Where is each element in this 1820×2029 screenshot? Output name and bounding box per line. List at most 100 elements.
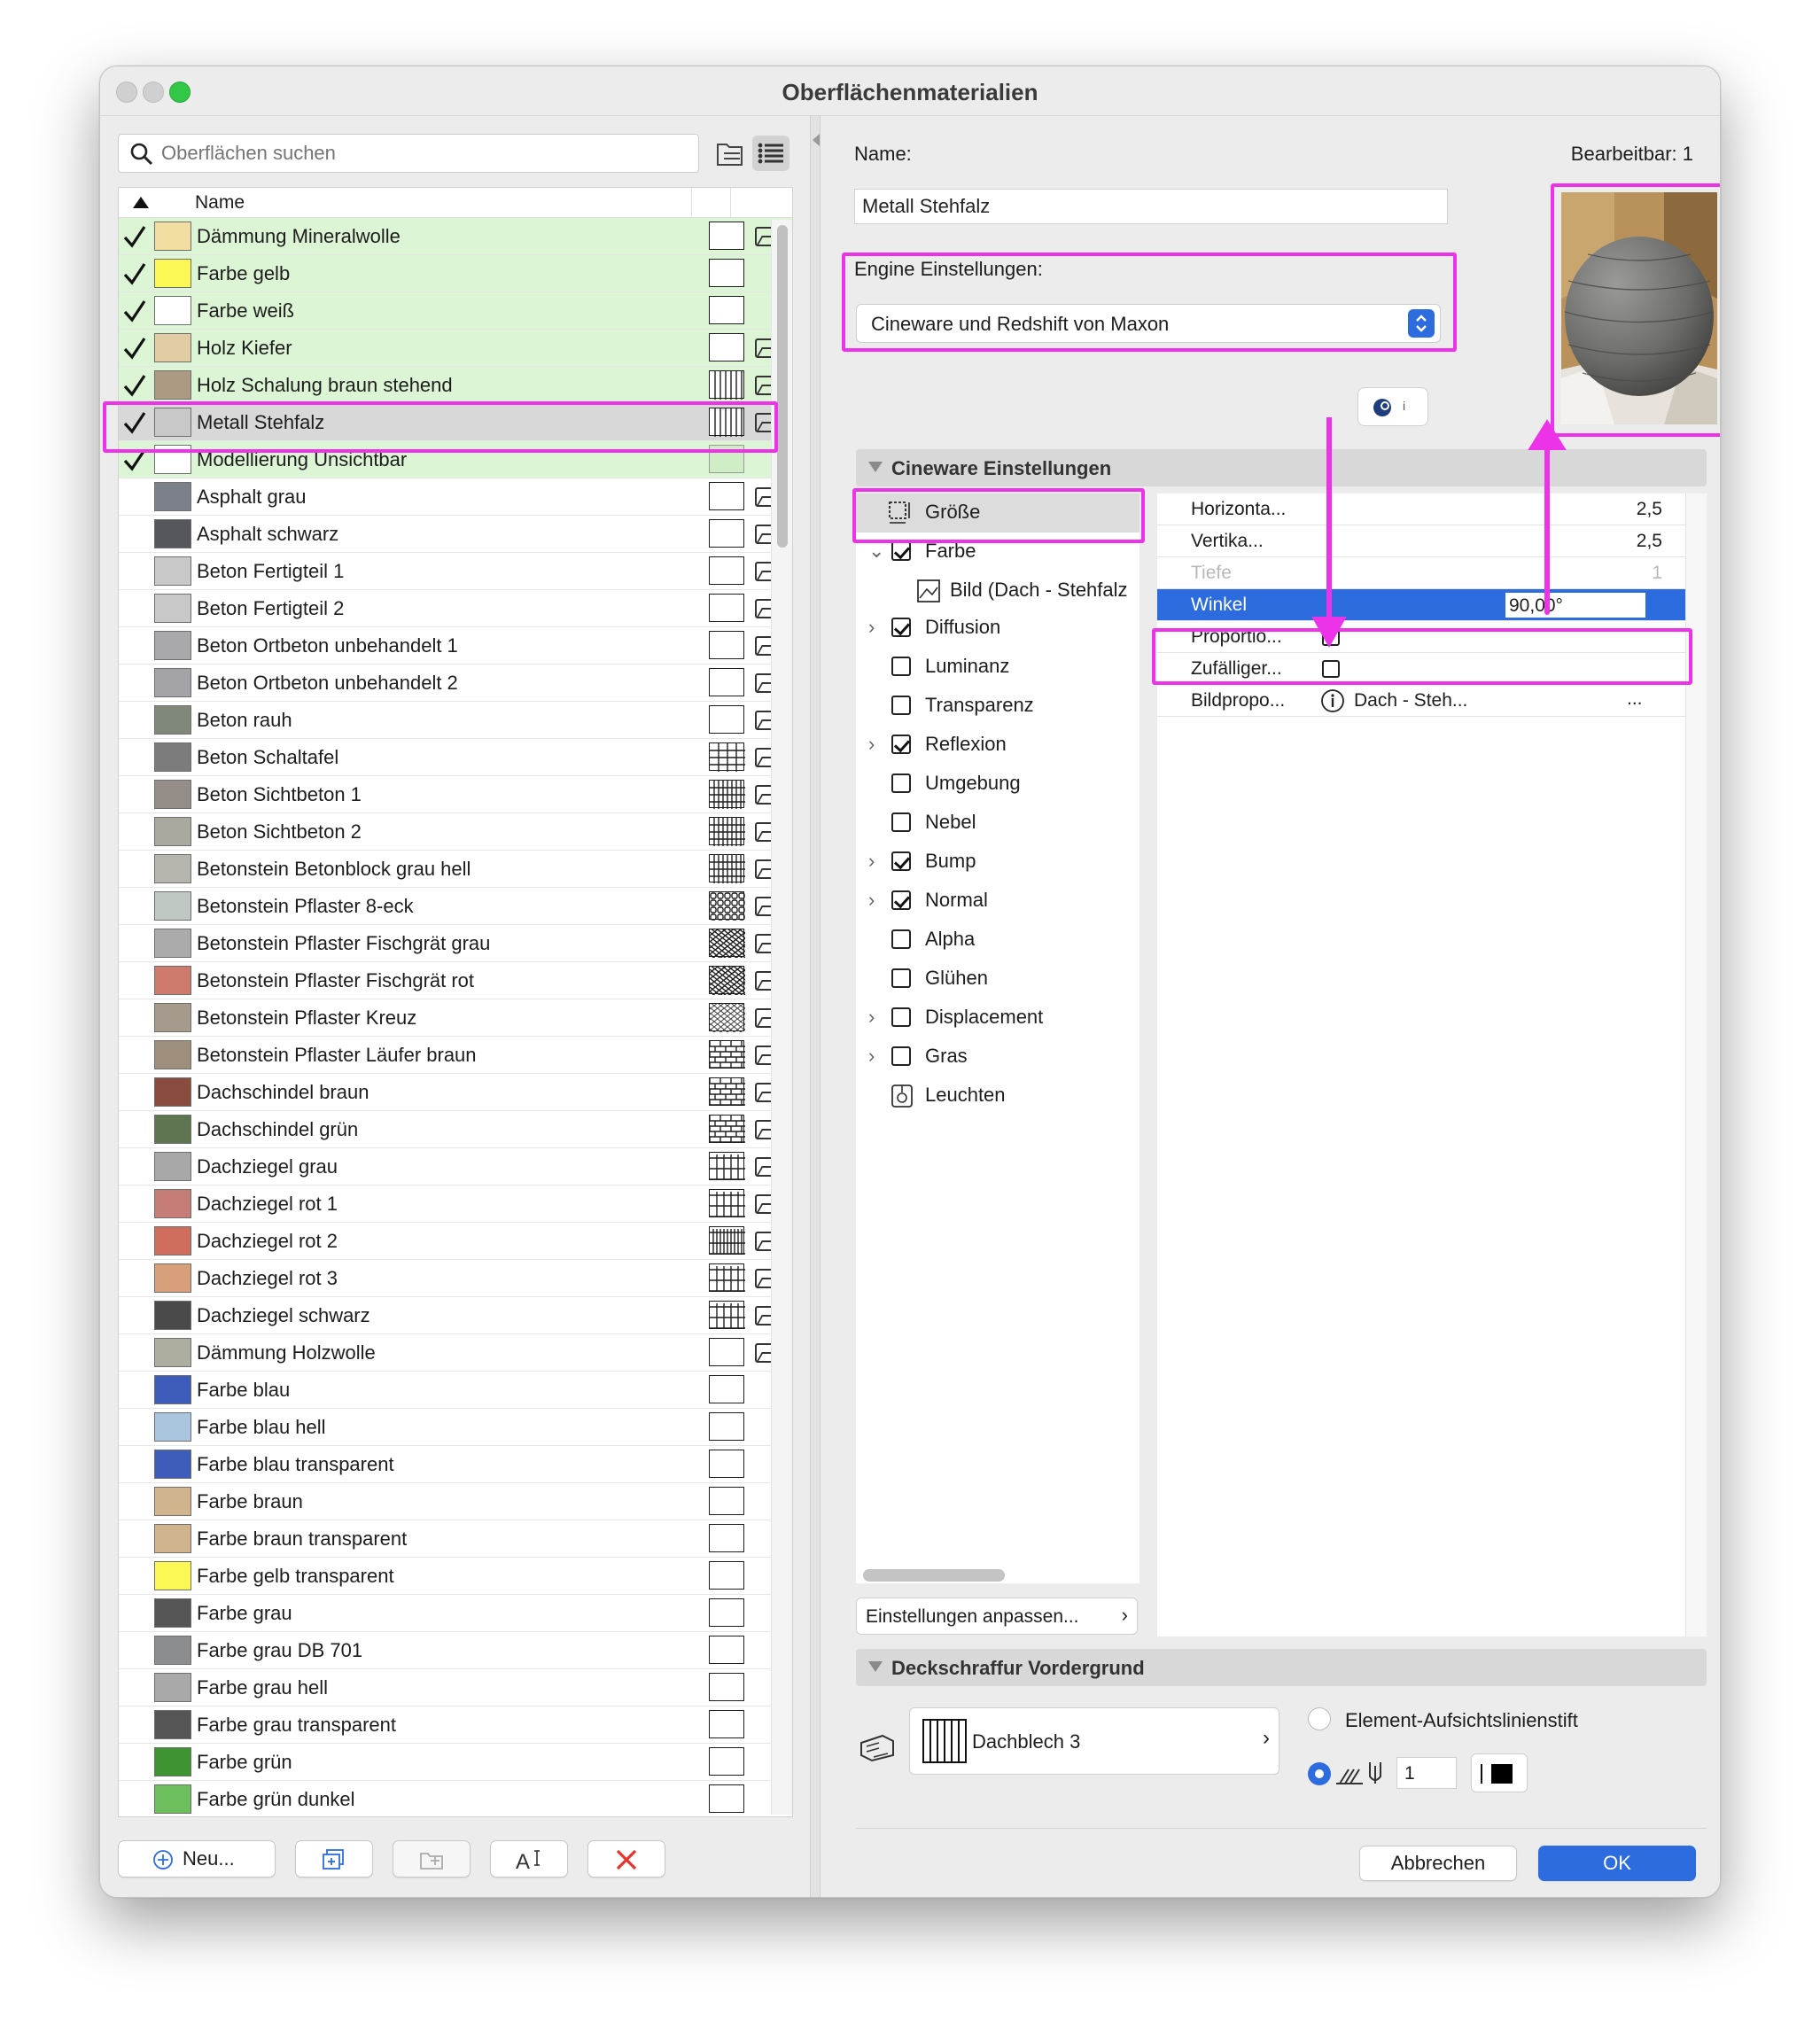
list-item[interactable]: Farbe grün dunkel [119, 1781, 792, 1816]
channel-13[interactable]: Glühen [856, 960, 1139, 999]
custom-pen-radio[interactable] [1308, 1762, 1331, 1785]
material-name-input[interactable] [854, 189, 1448, 224]
scrollbar-thumb[interactable] [777, 225, 788, 548]
name-column-header[interactable]: Name [195, 192, 245, 214]
delete-button[interactable] [587, 1840, 665, 1877]
list-item[interactable]: Farbe grau [119, 1595, 792, 1632]
channel-11[interactable]: › Normal [856, 882, 1139, 921]
material-name: Farbe grau transparent [197, 1714, 397, 1736]
pen-number-input[interactable]: 1 [1396, 1757, 1457, 1789]
list-item[interactable]: Betonstein Pflaster Läufer braun [119, 1037, 792, 1074]
channel-checkbox[interactable] [891, 735, 911, 754]
list-item[interactable]: Dachziegel rot 3 [119, 1260, 792, 1297]
list-item[interactable]: Farbe braun [119, 1483, 792, 1520]
list-item[interactable]: Dachschindel grün [119, 1111, 792, 1148]
channel-6[interactable]: Transparenz [856, 687, 1139, 726]
chevron-right-icon[interactable]: › [868, 1045, 875, 1068]
channel-checkbox[interactable] [891, 929, 911, 949]
cancel-button[interactable]: Abbrechen [1359, 1846, 1517, 1881]
list-item[interactable]: Dachziegel schwarz [119, 1297, 792, 1334]
list-item[interactable]: Farbe braun transparent [119, 1520, 792, 1558]
channel-checkbox[interactable] [891, 1046, 911, 1066]
list-item[interactable]: Farbe grau hell [119, 1669, 792, 1706]
list-item[interactable]: Beton Ortbeton unbehandelt 1 [119, 627, 792, 665]
rename-button[interactable]: A [490, 1840, 568, 1877]
channel-15[interactable]: › Gras [856, 1038, 1139, 1077]
list-item[interactable]: Farbe weiß [119, 292, 792, 330]
chevron-right-icon[interactable]: › [868, 850, 875, 873]
list-item[interactable]: Beton Sichtbeton 1 [119, 776, 792, 813]
list-item[interactable]: Asphalt schwarz [119, 516, 792, 553]
list-item[interactable]: Dachziegel rot 1 [119, 1186, 792, 1223]
list-item[interactable]: Farbe grau transparent [119, 1706, 792, 1744]
list-item[interactable]: Dachziegel grau [119, 1148, 792, 1186]
channel-7[interactable]: › Reflexion [856, 726, 1139, 765]
list-item[interactable]: Betonstein Pflaster Fischgrät rot [119, 937, 792, 1030]
search-field[interactable] [118, 134, 699, 173]
channel-9[interactable]: Nebel [856, 804, 1139, 843]
list-item[interactable]: Holz Schalung braun stehend [119, 367, 792, 404]
collapse-arrow-icon[interactable] [813, 134, 820, 146]
chevron-right-icon[interactable]: › [868, 1006, 875, 1029]
split-divider[interactable] [810, 116, 821, 1897]
sort-ascending-icon[interactable] [133, 197, 149, 208]
list-item[interactable]: Betonstein Pflaster 8-eck [119, 888, 792, 925]
foreground-section-header[interactable]: Deckschraffur Vordergrund [856, 1649, 1707, 1686]
list-item[interactable]: Dämmung Holzwolle [119, 1334, 792, 1372]
adjust-settings-button[interactable]: Einstellungen anpassen... › [856, 1598, 1138, 1635]
list-item[interactable]: Farbe grau DB 701 [119, 1632, 792, 1669]
chevron-right-icon[interactable]: › [868, 889, 875, 912]
tree-scrollbar[interactable] [863, 1569, 1005, 1582]
list-item[interactable]: Betonstein Pflaster Kreuz [119, 975, 792, 1063]
list-item[interactable]: Farbe gelb transparent [119, 1558, 792, 1595]
lamp-icon [891, 1084, 913, 1108]
info-circle-icon [1321, 689, 1344, 712]
channel-checkbox[interactable] [891, 851, 911, 871]
fill-pattern-selector[interactable]: Dachblech 3 › [909, 1707, 1279, 1775]
list-item[interactable]: Beton rauh [119, 702, 792, 739]
search-input[interactable] [161, 140, 684, 167]
list-item[interactable]: Beton Schaltafel [119, 739, 792, 776]
list-item[interactable]: Asphalt grau [119, 478, 792, 516]
list-scrollbar[interactable] [771, 220, 792, 1815]
channel-checkbox[interactable] [891, 812, 911, 832]
list-item[interactable]: Holz Kiefer [119, 330, 792, 367]
list-item[interactable]: Farbe blau transparent [119, 1446, 792, 1483]
channel-checkbox[interactable] [891, 890, 911, 910]
chevron-right-icon[interactable]: › [868, 616, 875, 639]
channel-checkbox[interactable] [891, 968, 911, 988]
fill-pattern-icon [709, 482, 744, 510]
channel-checkbox[interactable] [891, 696, 911, 715]
channel-12[interactable]: Alpha [856, 921, 1139, 960]
list-item[interactable]: Beton Sichtbeton 2 [119, 813, 792, 851]
channel-10[interactable]: › Bump [856, 843, 1139, 882]
list-item[interactable]: Beton Fertigteil 1 [119, 553, 792, 590]
channel-checkbox[interactable] [891, 1007, 911, 1027]
list-item[interactable]: Dachziegel rot 2 [119, 1223, 792, 1260]
channel-checkbox[interactable] [891, 657, 911, 676]
channel-16[interactable]: Leuchten [856, 1077, 1139, 1116]
channel-checkbox[interactable] [891, 541, 911, 561]
list-item[interactable]: Farbe blau [119, 1372, 792, 1409]
list-item[interactable]: Beton Ortbeton unbehandelt 2 [119, 665, 792, 702]
list-item[interactable]: Farbe gelb [119, 255, 792, 292]
channel-checkbox[interactable] [891, 774, 911, 793]
list-view-button[interactable] [752, 136, 789, 171]
pen-color-button[interactable] [1471, 1753, 1528, 1792]
list-item[interactable]: Farbe blau hell [119, 1409, 792, 1446]
new-material-button[interactable]: Neu... [118, 1840, 276, 1877]
list-item[interactable]: Dachschindel braun [119, 1074, 792, 1111]
duplicate-button[interactable] [295, 1840, 373, 1877]
list-item[interactable]: Farbe grün [119, 1744, 792, 1781]
list-item[interactable]: Dämmung Mineralwolle [119, 218, 792, 255]
folder-view-icon[interactable] [715, 139, 745, 169]
list-item[interactable]: Betonstein Pflaster Fischgrät grau [119, 900, 792, 992]
chevron-right-icon[interactable]: › [868, 733, 875, 756]
channel-8[interactable]: Umgebung [856, 765, 1139, 804]
channel-14[interactable]: › Displacement [856, 999, 1139, 1038]
list-item[interactable]: Betonstein Betonblock grau hell [119, 851, 792, 888]
list-item[interactable]: Beton Fertigteil 2 [119, 590, 792, 627]
pen-option-radio[interactable] [1308, 1707, 1331, 1730]
channel-checkbox[interactable] [891, 618, 911, 637]
ok-button[interactable]: OK [1538, 1846, 1696, 1881]
